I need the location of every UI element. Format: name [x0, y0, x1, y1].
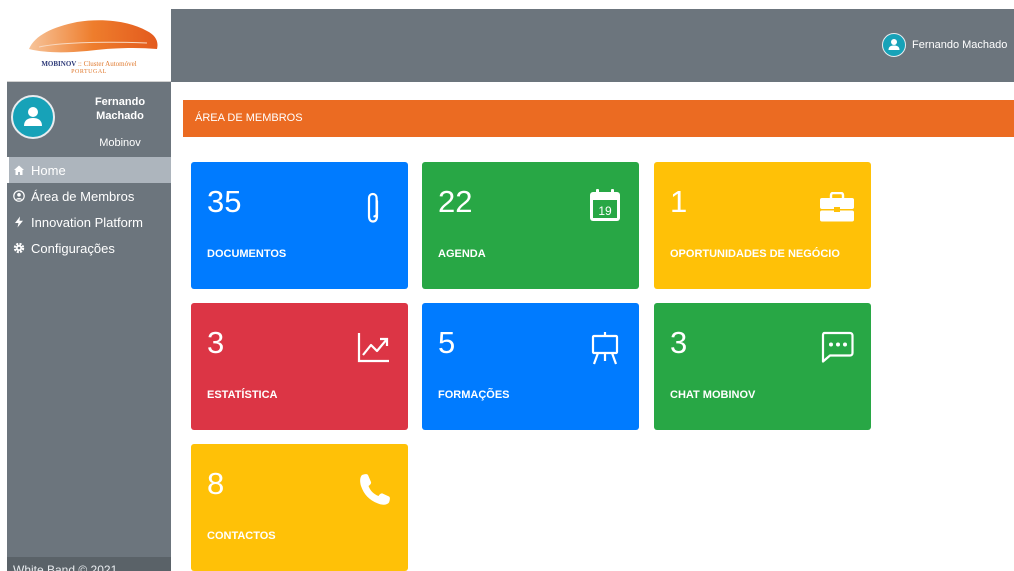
logo-country: PORTUGAL [71, 69, 107, 75]
logo[interactable]: MOBINOV :: Cluster Automóvel PORTUGAL [7, 9, 171, 82]
topbar-user-menu[interactable]: Fernando Machado [882, 32, 1007, 58]
card-chat-mobinov[interactable]: 3 CHAT MOBINOV [654, 303, 871, 430]
card-oportunidades[interactable]: 1 OPORTUNIDADES DE NEGÓCIO [654, 162, 871, 289]
card-count: 8 [207, 466, 225, 501]
user-avatar[interactable] [11, 95, 55, 139]
sidebar-item-home[interactable]: Home [7, 157, 171, 183]
sidebar-footer: White Band © 2021 [7, 557, 171, 571]
card-estatistica[interactable]: 3 ESTATÍSTICA [191, 303, 408, 430]
chart-line-icon [357, 333, 389, 363]
card-label: ESTATÍSTICA [207, 389, 278, 401]
card-label: AGENDA [438, 248, 486, 260]
sidebar-nav: Home Área de Membros Innovation Platform… [7, 157, 171, 261]
sidebar-item-label: Home [31, 162, 66, 178]
card-count: 3 [670, 325, 688, 360]
easel-icon [591, 332, 619, 365]
card-documentos[interactable]: 35 DOCUMENTOS [191, 162, 408, 289]
card-label: DOCUMENTOS [207, 248, 287, 260]
user-name: Fernando Machado [94, 96, 146, 122]
card-label: OPORTUNIDADES DE NEGÓCIO [670, 248, 840, 260]
user-panel: Fernando Machado Mobinov [7, 82, 171, 154]
paperclip-icon [367, 192, 379, 223]
card-count: 22 [438, 184, 473, 219]
chat-icon [821, 331, 854, 363]
top-navbar: Fernando Machado [171, 9, 1014, 82]
bolt-icon [15, 216, 23, 228]
card-count: 1 [670, 184, 688, 219]
section-header: ÁREA DE MEMBROS [183, 100, 1014, 137]
card-count: 3 [207, 325, 225, 360]
user-icon [888, 39, 900, 50]
card-label: CHAT MOBINOV [670, 389, 756, 401]
logo-title: MOBINOV :: Cluster Automóvel [41, 60, 137, 68]
sidebar-item-label: Área de Membros [31, 188, 135, 204]
card-contactos[interactable]: 8 CONTACTOS [191, 444, 408, 571]
sidebar-item-innovation-platform[interactable]: Innovation Platform [7, 209, 171, 235]
calendar-day: 19 [598, 204, 612, 218]
sidebar-item-label: Innovation Platform [31, 214, 144, 230]
user-circle-icon [13, 190, 25, 202]
briefcase-icon [820, 192, 854, 222]
card-label: FORMAÇÕES [438, 389, 510, 401]
gear-icon [13, 242, 25, 254]
sidebar-item-label: Configurações [31, 240, 115, 256]
phone-icon [360, 474, 390, 505]
home-icon [14, 165, 24, 175]
calendar-icon: 19 [590, 189, 620, 221]
sidebar-item-configuracoes[interactable]: Configurações [7, 235, 171, 261]
user-company: Mobinov [99, 137, 141, 149]
card-formacoes[interactable]: 5 FORMAÇÕES [422, 303, 639, 430]
card-count: 35 [207, 184, 242, 219]
topbar-avatar [882, 33, 906, 57]
user-icon [24, 107, 42, 126]
card-label: CONTACTOS [207, 530, 276, 542]
sidebar-item-area-membros[interactable]: Área de Membros [7, 183, 171, 209]
card-agenda[interactable]: 22 AGENDA 19 [422, 162, 639, 289]
car-logo-icon [29, 20, 158, 53]
sidebar: MOBINOV :: Cluster Automóvel PORTUGAL Fe… [7, 9, 171, 571]
card-count: 5 [438, 325, 456, 360]
topbar-user-name: Fernando Machado [912, 39, 1008, 51]
